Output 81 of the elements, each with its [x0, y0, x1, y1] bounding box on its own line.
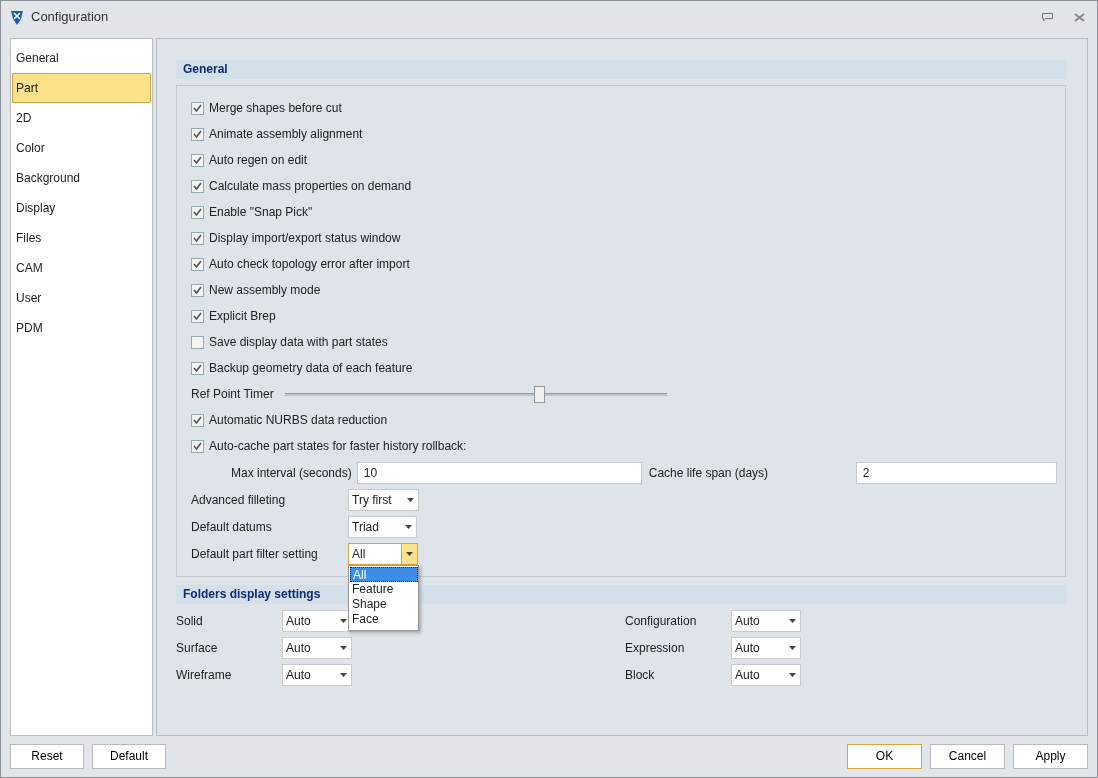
dropdown[interactable]: Auto — [282, 609, 352, 632]
caret-icon — [406, 497, 414, 502]
field-label: Wireframe — [176, 666, 233, 684]
caret-icon — [788, 618, 796, 623]
checkbox-label: Auto-cache part states for faster history rollback: — [209, 438, 467, 455]
checkbox-label: Animate assembly alignment — [209, 126, 363, 143]
caret-icon — [339, 645, 347, 650]
checkbox-label: New assembly mode — [209, 282, 321, 299]
dialog-button[interactable]: Reset — [10, 744, 84, 769]
sidebar-item[interactable]: Background — [12, 163, 151, 193]
sidebar-item[interactable]: User — [12, 283, 151, 313]
sidebar-item[interactable]: CAM — [12, 253, 151, 283]
dialog-button[interactable]: Default — [92, 744, 166, 769]
field-label: Expression — [625, 639, 686, 657]
slider-label: Ref Point Timer — [191, 386, 274, 403]
checkbox[interactable] — [191, 153, 204, 167]
input-field[interactable]: 10 — [356, 461, 642, 484]
dropdown-option[interactable]: Shape — [350, 596, 418, 612]
dropdown[interactable]: Triad — [348, 515, 417, 538]
dropdown[interactable]: Auto — [282, 663, 352, 686]
caret-icon — [339, 618, 347, 623]
field-label: Default datums — [191, 518, 273, 536]
slider-thumb[interactable] — [533, 385, 545, 403]
checkbox[interactable] — [191, 439, 204, 453]
caret-icon — [788, 672, 796, 677]
sidebar-item[interactable]: 2D — [12, 103, 151, 133]
checkbox[interactable] — [191, 335, 204, 349]
dropdown[interactable]: Try first — [348, 488, 419, 511]
sidebar-item[interactable]: Color — [12, 133, 151, 163]
field-label: Solid — [176, 612, 204, 630]
caret-icon — [406, 551, 413, 556]
caret-icon — [339, 672, 347, 677]
dropdown[interactable]: Auto — [731, 609, 801, 632]
caret-icon — [404, 524, 412, 529]
sidebar-item[interactable]: PDM — [12, 313, 151, 343]
input-field[interactable]: 2 — [855, 461, 1057, 484]
field-label: Advanced filleting — [191, 491, 287, 509]
checkbox-label: Display import/export status window — [209, 230, 401, 247]
dialog-button[interactable]: Apply — [1013, 744, 1088, 769]
comment-icon[interactable] — [1042, 12, 1053, 22]
sidebar-item[interactable]: Files — [12, 223, 151, 253]
dropdown[interactable]: Auto — [282, 636, 352, 659]
sidebar-item[interactable]: Display — [12, 193, 151, 223]
checkbox[interactable] — [191, 283, 204, 297]
checkbox[interactable] — [191, 179, 204, 193]
checkbox[interactable] — [191, 127, 204, 141]
checkbox[interactable] — [191, 413, 204, 427]
checkbox-label: Merge shapes before cut — [209, 100, 342, 117]
dialog-button[interactable]: OK — [847, 744, 922, 769]
field-label: Configuration — [625, 612, 698, 630]
field-label: Max interval (seconds) — [231, 464, 352, 482]
checkbox[interactable] — [191, 231, 204, 245]
checkbox-label: Calculate mass properties on demand — [209, 178, 412, 195]
field-label: Surface — [176, 639, 219, 657]
checkbox[interactable] — [191, 205, 204, 219]
checkbox-label: Save display data with part states — [209, 334, 388, 351]
sidebar-item[interactable]: General — [12, 43, 151, 73]
dialog-button[interactable]: Cancel — [930, 744, 1005, 769]
checkbox[interactable] — [191, 309, 204, 323]
dropdown[interactable]: Auto — [731, 636, 801, 659]
sidebar-item[interactable]: Part — [12, 73, 151, 103]
field-label: Block — [625, 666, 656, 684]
dropdown-option[interactable]: Face — [350, 611, 418, 627]
field-label: Cache life span (days) — [648, 464, 770, 482]
checkbox-label: Explicit Brep — [209, 308, 276, 325]
dropdown[interactable]: Auto — [731, 663, 801, 686]
checkbox-label: Enable "Snap Pick" — [209, 204, 313, 221]
checkbox[interactable] — [191, 101, 204, 115]
checkbox-label: Auto check topology error after import — [209, 256, 410, 273]
caret-icon — [788, 645, 796, 650]
window-title: Configuration — [31, 8, 109, 27]
close-icon[interactable] — [1074, 12, 1085, 22]
checkbox[interactable] — [191, 361, 204, 375]
app-logo-icon — [9, 8, 25, 26]
checkbox-label: Automatic NURBS data reduction — [209, 412, 388, 429]
dropdown-option[interactable]: Feature — [350, 581, 418, 597]
checkbox[interactable] — [191, 257, 204, 271]
field-label: Default part filter setting — [191, 545, 319, 563]
checkbox-label: Auto regen on edit — [209, 152, 308, 169]
checkbox-label: Backup geometry data of each feature — [209, 360, 413, 377]
section-header: General — [176, 60, 1067, 79]
